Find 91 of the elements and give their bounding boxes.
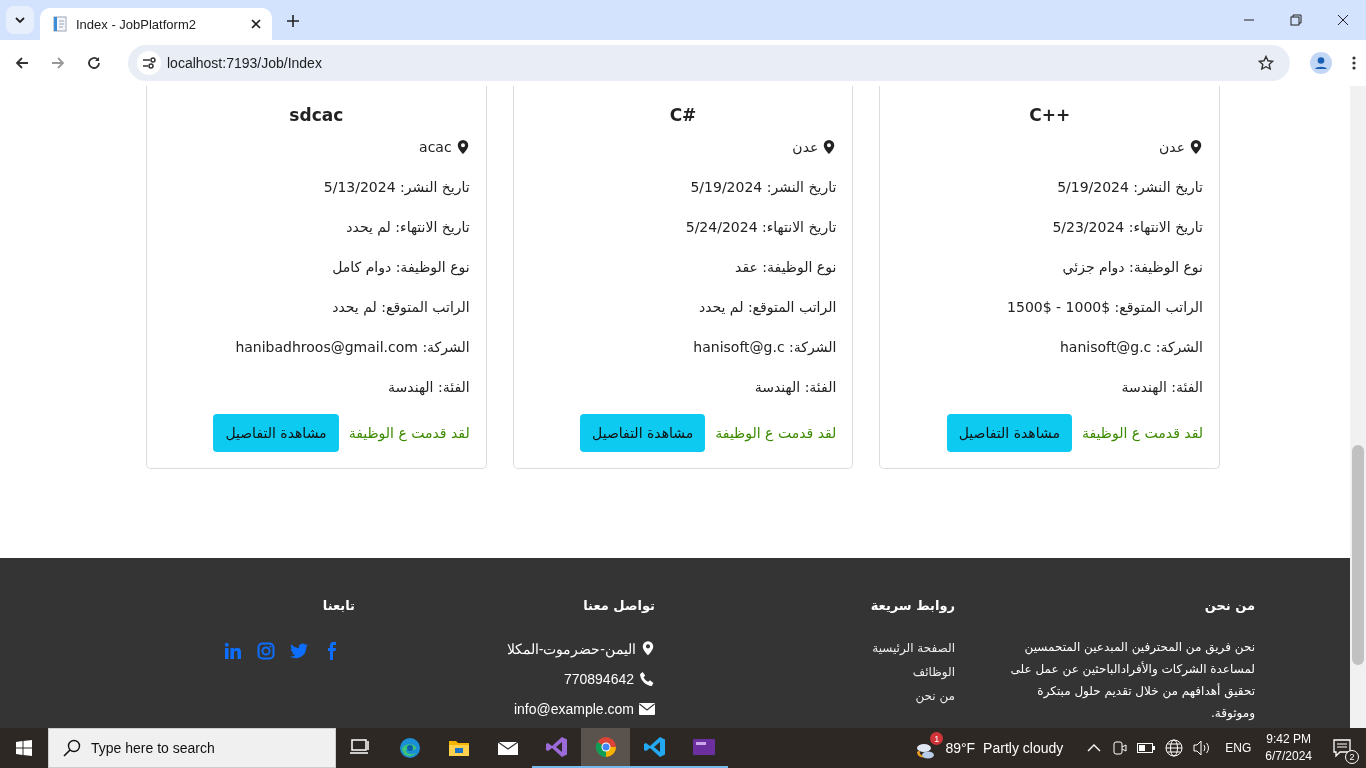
restore-icon[interactable]: [1290, 14, 1302, 26]
view-details-button[interactable]: مشاهدة التفاصيل: [580, 414, 706, 452]
forward-icon[interactable]: [50, 55, 66, 71]
browser-tab[interactable]: Index - JobPlatform2: [40, 8, 272, 40]
battery-icon[interactable]: [1137, 742, 1156, 754]
infinity-logo-icon: [544, 735, 569, 759]
footer-heading: تابعنا: [322, 597, 355, 615]
contact-text: info@example.com: [513, 700, 634, 717]
job-title: C++: [1028, 104, 1072, 127]
close-icon[interactable]: [1337, 14, 1349, 26]
scrollbar[interactable]: [1350, 86, 1366, 728]
weather-text: Partly cloudy: [983, 740, 1064, 756]
job-title: sdcac: [288, 104, 345, 127]
job-location: عدن: [792, 139, 819, 155]
footer-link[interactable]: الصفحة الرئيسية: [872, 636, 955, 660]
windows-start-icon[interactable]: [16, 740, 32, 756]
job-detail: تاريخ النشر: 5/19/2024: [690, 179, 837, 195]
back-icon[interactable]: [14, 55, 30, 71]
footer-heading: روابط سريعة: [870, 597, 955, 615]
job-detail: الشركة: hanisoft@g.c: [693, 339, 837, 355]
job-detail: تاريخ النشر: 5/19/2024: [1057, 179, 1203, 195]
view-details-button[interactable]: مشاهدة التفاصيل: [946, 414, 1072, 452]
search-icon: [63, 739, 81, 757]
document-icon: [52, 16, 68, 32]
job-title: C#: [668, 104, 698, 127]
footer-heading: من نحن: [1204, 597, 1255, 615]
job-detail: الشركة: hanisoft@g.c: [1060, 339, 1203, 355]
job-detail: تاريخ الانتهاء: 5/23/2024: [1052, 219, 1203, 235]
view-details-button[interactable]: مشاهدة التفاصيل: [213, 414, 339, 452]
address-field[interactable]: localhost:7193/Job/Index: [128, 45, 1290, 81]
job-detail: نوع الوظيفة: عقد: [735, 259, 837, 275]
footer-heading: تواصل معنا: [583, 597, 655, 615]
reload-icon[interactable]: [86, 55, 102, 71]
job-detail: تاريخ النشر: 5/13/2024: [323, 179, 470, 195]
location-pin-icon: [1189, 139, 1203, 155]
envelope-icon: [639, 702, 655, 715]
location-pin-icon: [641, 639, 655, 658]
phone-icon: [639, 670, 655, 687]
close-icon[interactable]: [250, 18, 262, 30]
temperature-text: 89°F: [945, 740, 976, 756]
contact-text: 770894642: [563, 670, 634, 687]
applied-status: لقد قدمت ع الوظيفة: [1081, 425, 1203, 441]
clock-time[interactable]: 9:42 PM: [1266, 731, 1311, 748]
url-text: localhost:7193/Job/Index: [167, 55, 323, 71]
job-detail: الشركة: hanibadhroos@gmail.com: [235, 339, 470, 355]
job-location: عدن: [1159, 139, 1185, 155]
twitter-bird-icon[interactable]: [290, 642, 308, 660]
bookmark-star-icon[interactable]: [1258, 55, 1274, 71]
applied-status: لقد قدمت ع الوظيفة: [348, 425, 470, 441]
speaker-icon[interactable]: [1193, 740, 1212, 756]
linkedin-icon[interactable]: [224, 642, 242, 660]
job-detail: الراتب المتوقع: لم يحدد: [332, 299, 470, 315]
site-info-icon[interactable]: [137, 51, 161, 75]
camera-icon[interactable]: [1111, 740, 1128, 756]
job-detail: الفئة: الهندسة: [754, 379, 837, 395]
chevron-down-icon: [14, 14, 26, 26]
notification-badge: 1: [930, 732, 944, 745]
notification-count: 2: [1345, 750, 1359, 764]
footer-link[interactable]: من نحن: [915, 684, 955, 708]
job-detail: نوع الوظيفة: دوام جزئي: [1062, 259, 1203, 275]
job-detail: تاريخ الانتهاء: 5/24/2024: [685, 219, 837, 235]
search-placeholder: Type here to search: [91, 740, 215, 756]
contact-text: اليمن-حضرموت-المكلا: [506, 640, 636, 657]
applied-status: لقد قدمت ع الوظيفة: [715, 425, 837, 441]
edge-browser-icon: [397, 736, 422, 760]
chrome-browser-icon: [593, 735, 618, 759]
clock-date[interactable]: 6/7/2024: [1265, 748, 1312, 765]
location-pin-icon: [822, 139, 837, 155]
language-indicator[interactable]: ENG: [1225, 741, 1252, 755]
scrollbar-thumb[interactable]: [1352, 445, 1364, 665]
chevron-up-icon[interactable]: [1087, 743, 1102, 753]
tab-list-button[interactable]: [6, 6, 34, 34]
tab-title: Index - JobPlatform2: [76, 16, 197, 32]
notification-icon[interactable]: [1332, 738, 1352, 758]
job-detail: الفئة: الهندسة: [388, 379, 470, 395]
globe-icon[interactable]: [1165, 739, 1184, 757]
menu-icon[interactable]: [1352, 55, 1356, 71]
job-location: acac: [419, 139, 452, 155]
about-paragraph: نحن فريق من المحترفين المبدعين المتحمسين لمساعدة الشركات والأفرادالباحثين عن عمل على تحقيق أهدافهم من خلال تقديم حلول مبتكرة وموثوقة.: [1009, 639, 1255, 723]
profile-icon[interactable]: [1310, 52, 1332, 74]
job-detail: نوع الوظيفة: دوام كامل: [332, 259, 470, 275]
job-detail: الفئة: الهندسة: [1121, 379, 1203, 395]
job-detail: تاريخ الانتهاء: لم يحدد: [346, 219, 470, 235]
code-editor-icon: [642, 735, 667, 759]
instagram-icon[interactable]: [257, 642, 275, 660]
new-tab-icon[interactable]: [286, 14, 300, 28]
taskbar-search-field[interactable]: Type here to search: [48, 728, 336, 768]
job-detail: الراتب المتوقع: لم يحدد: [698, 299, 837, 315]
location-pin-icon: [455, 139, 470, 155]
footer-link[interactable]: الوظائف: [912, 660, 955, 684]
job-detail: الراتب المتوقع: $1000 - $1500: [1007, 299, 1203, 315]
